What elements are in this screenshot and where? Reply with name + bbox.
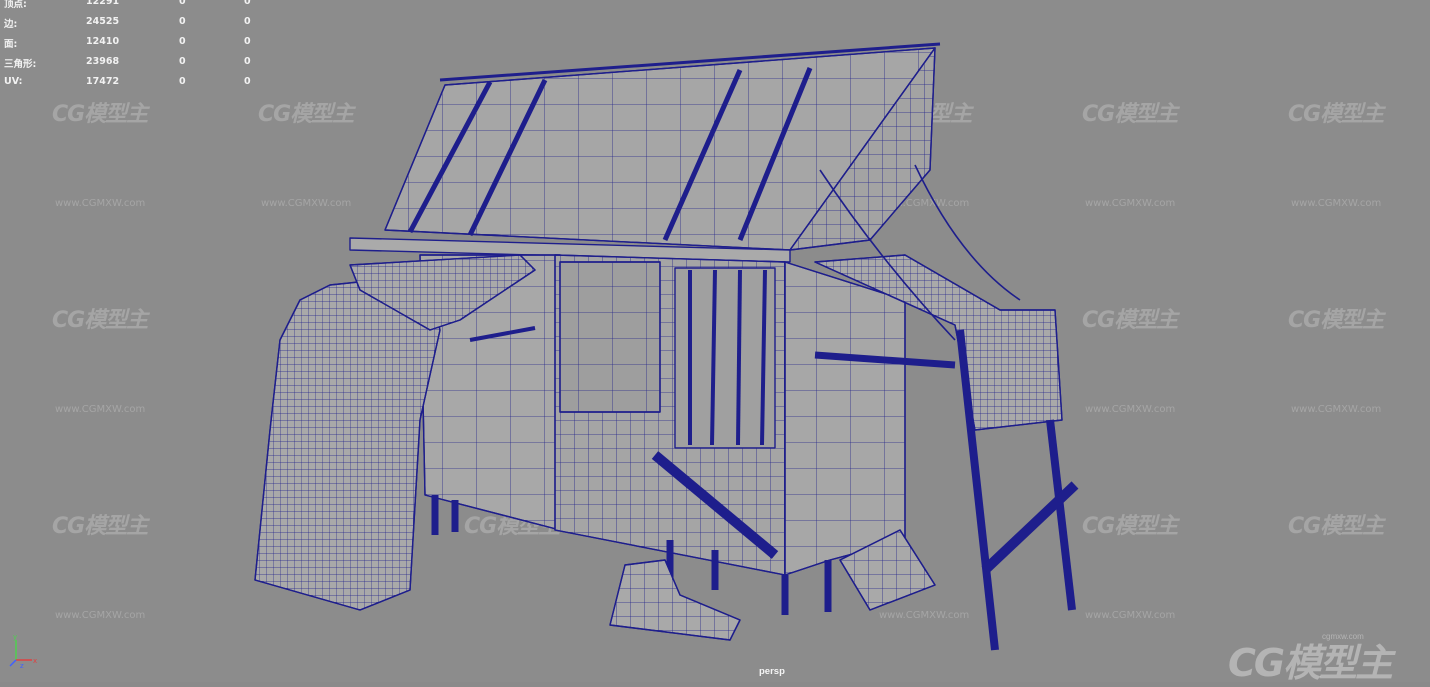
stat-selected: 0 <box>179 36 186 47</box>
stat-row-uvs: UV: 17472 0 0 <box>4 76 264 96</box>
stat-label: 顶点: <box>4 0 27 10</box>
stat-selected: 0 <box>179 0 186 7</box>
stat-component: 0 <box>244 36 251 47</box>
stat-total: 17472 <box>86 76 120 87</box>
stat-label: 面: <box>4 39 18 50</box>
stat-total: 12410 <box>86 36 120 47</box>
stat-total: 12291 <box>86 0 120 7</box>
axis-z-label: z <box>20 662 24 670</box>
hut-wireframe-model[interactable] <box>0 0 1430 682</box>
maya-viewport[interactable]: CG模型主 CG模型主 CG模型主 CG模型主 CG模型主 CG模型主 www.… <box>0 0 1430 685</box>
stat-label: 边: <box>4 19 18 30</box>
stat-component: 0 <box>244 16 251 27</box>
stat-total: 24525 <box>86 16 120 27</box>
stat-component: 0 <box>244 76 251 87</box>
stat-component: 0 <box>244 0 251 7</box>
stat-label: 三角形: <box>4 59 37 70</box>
stat-component: 0 <box>244 56 251 67</box>
axis-gizmo-icon: y z x <box>9 633 37 670</box>
stat-selected: 0 <box>179 56 186 67</box>
corner-watermark-url: cgmxw.com <box>1322 632 1364 641</box>
stat-row-faces: 面: 12410 0 0 <box>4 36 264 56</box>
camera-name-label: persp <box>759 666 785 677</box>
axis-y-label: y <box>13 633 17 641</box>
poly-count-hud: 顶点: 12291 0 0 边: 24525 0 0 面: 12410 0 0 … <box>4 0 264 96</box>
axis-x-label: x <box>33 657 37 665</box>
stat-row-vertices: 顶点: 12291 0 0 <box>4 0 264 16</box>
stat-row-triangles: 三角形: 23968 0 0 <box>4 56 264 76</box>
stat-row-edges: 边: 24525 0 0 <box>4 16 264 36</box>
stat-selected: 0 <box>179 16 186 27</box>
stat-selected: 0 <box>179 76 186 87</box>
stat-total: 23968 <box>86 56 120 67</box>
corner-watermark-logo: CG模型主 <box>1228 641 1393 685</box>
stat-label: UV: <box>4 76 23 87</box>
